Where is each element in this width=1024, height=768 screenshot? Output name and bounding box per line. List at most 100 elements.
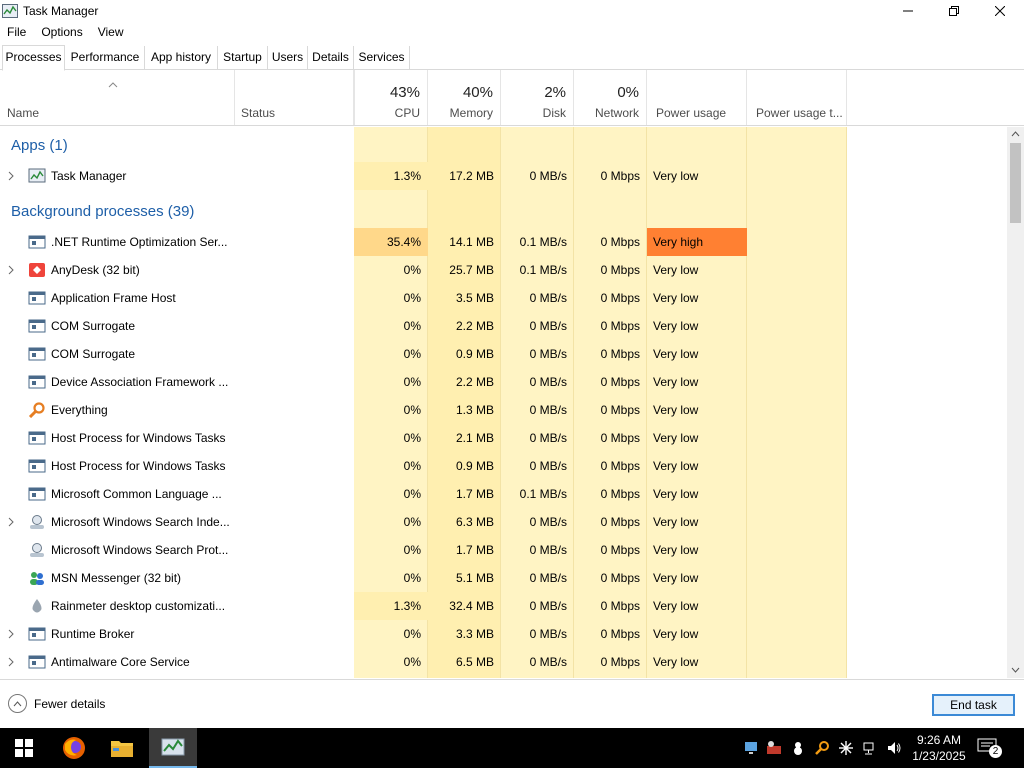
tab-users[interactable]: Users <box>268 46 308 70</box>
minimize-button[interactable] <box>885 0 931 22</box>
process-row[interactable]: Host Process for Windows Tasks 0% 0.9 MB 0 … <box>0 452 1007 480</box>
power-usage-value: Very low <box>653 431 699 445</box>
disk-value: 0 MB/s <box>529 459 567 473</box>
memory-value: 6.5 MB <box>455 655 494 669</box>
system-clock[interactable]: 9:26 AM 1/23/2025 <box>905 732 973 764</box>
cpu-value: 0% <box>403 291 421 305</box>
chevron-right-icon[interactable] <box>8 517 14 527</box>
chevron-right-icon[interactable] <box>8 171 14 181</box>
action-center-button[interactable]: 2 <box>977 736 1003 760</box>
footer-bar: Fewer details End task <box>0 679 1024 728</box>
process-row[interactable]: Task Manager 1.3% 17.2 MB 0 MB/s 0 Mbps Very … <box>0 162 1007 190</box>
tab-services[interactable]: Services <box>354 46 410 70</box>
fewer-details-button[interactable]: Fewer details <box>8 694 105 713</box>
power-usage-value: Very low <box>653 291 699 305</box>
scroll-up-icon[interactable] <box>1011 131 1020 137</box>
header-network[interactable]: 0% Network <box>574 70 647 125</box>
network-value: 0 Mbps <box>600 235 640 249</box>
tab-startup[interactable]: Startup <box>218 46 268 70</box>
process-row[interactable]: Everything 0% 1.3 MB 0 MB/s 0 Mbps Very low <box>0 396 1007 424</box>
disk-value: 0.1 MB/s <box>519 235 567 249</box>
process-name: Task Manager <box>51 169 127 183</box>
process-row[interactable]: Microsoft Common Language ... 0% 1.7 MB 0.1… <box>0 480 1007 508</box>
tray-network-app-icon[interactable] <box>766 740 782 756</box>
header-cpu-percent: 43% <box>389 84 420 101</box>
tab-processes[interactable]: Processes <box>2 45 65 71</box>
header-disk[interactable]: 2% Disk <box>501 70 574 125</box>
title-bar: Task Manager <box>0 0 1024 22</box>
header-power-trend-label: Power usage t... <box>756 106 843 120</box>
tray-network-icon[interactable] <box>862 740 878 756</box>
tab-details[interactable]: Details <box>308 46 354 70</box>
header-cpu-label: CPU <box>394 106 420 120</box>
process-row[interactable]: .NET Runtime Optimization Ser... 35.4% 14.… <box>0 228 1007 256</box>
service-window-icon <box>28 319 46 333</box>
process-row[interactable]: Rainmeter desktop customizati... 1.3% 32.4… <box>0 592 1007 620</box>
taskbar-task-manager[interactable] <box>149 728 197 768</box>
tray-volume-icon[interactable] <box>886 740 902 756</box>
tab-performance[interactable]: Performance <box>66 46 145 70</box>
process-row[interactable]: Microsoft Windows Search Inde... 0% 6.3 MB… <box>0 508 1007 536</box>
disk-value: 0 MB/s <box>529 599 567 613</box>
process-row[interactable]: COM Surrogate 0% 0.9 MB 0 MB/s 0 Mbps Very lo… <box>0 340 1007 368</box>
network-value: 0 Mbps <box>600 459 640 473</box>
process-row[interactable]: AnyDesk (32 bit) 0% 25.7 MB 0.1 MB/s 0 Mbps V… <box>0 256 1007 284</box>
header-power-trend[interactable]: Power usage t... <box>747 70 847 125</box>
network-value: 0 Mbps <box>600 375 640 389</box>
process-name: Microsoft Windows Search Prot... <box>51 543 229 557</box>
chevron-up-icon <box>8 694 27 713</box>
taskbar-file-explorer[interactable] <box>98 728 146 768</box>
end-task-button[interactable]: End task <box>932 694 1015 716</box>
vertical-scrollbar[interactable] <box>1007 127 1024 678</box>
chevron-right-icon[interactable] <box>8 657 14 667</box>
memory-value: 3.3 MB <box>455 627 494 641</box>
group-apps-label: Apps (1) <box>11 137 68 154</box>
everything-search-icon <box>28 402 45 418</box>
header-power[interactable]: Power usage <box>647 70 747 125</box>
restore-button[interactable] <box>931 0 977 22</box>
cpu-value: 0% <box>403 319 421 333</box>
header-memory-label: Memory <box>449 106 493 120</box>
cpu-value: 0% <box>403 487 421 501</box>
menu-options[interactable]: Options <box>34 22 90 42</box>
header-status-label: Status <box>241 106 276 120</box>
memory-value: 2.1 MB <box>455 431 494 445</box>
memory-value: 2.2 MB <box>455 319 494 333</box>
taskbar-firefox[interactable] <box>50 728 98 768</box>
process-row[interactable]: Microsoft Windows Search Prot... 0% 1.7 MB… <box>0 536 1007 564</box>
cpu-value: 0% <box>403 403 421 417</box>
tray-snowflake-icon[interactable] <box>838 740 854 756</box>
header-status[interactable]: Status <box>235 70 354 125</box>
process-row[interactable]: COM Surrogate 0% 2.2 MB 0 MB/s 0 Mbps Very lo… <box>0 312 1007 340</box>
cpu-value: 0% <box>403 543 421 557</box>
process-row[interactable]: Runtime Broker 0% 3.3 MB 0 MB/s 0 Mbps Very l… <box>0 620 1007 648</box>
header-network-label: Network <box>594 106 639 120</box>
cpu-value: 0% <box>403 459 421 473</box>
menu-view[interactable]: View <box>91 22 132 42</box>
tray-search-icon[interactable] <box>814 740 830 756</box>
process-row[interactable]: Application Frame Host 0% 3.5 MB 0 MB/s 0 Mb… <box>0 284 1007 312</box>
tab-app-history[interactable]: App history <box>145 46 218 70</box>
header-name[interactable]: Name <box>0 70 235 125</box>
chevron-right-icon[interactable] <box>8 265 14 275</box>
menu-file[interactable]: File <box>0 22 34 42</box>
tray-snowman-icon[interactable] <box>790 740 806 756</box>
process-name: .NET Runtime Optimization Ser... <box>51 235 228 249</box>
header-memory[interactable]: 40% Memory <box>428 70 501 125</box>
chevron-right-icon[interactable] <box>8 629 14 639</box>
process-row[interactable]: Device Association Framework ... 0% 2.2 MB… <box>0 368 1007 396</box>
scroll-down-icon[interactable] <box>1011 667 1020 673</box>
tray-monitor-icon[interactable] <box>743 740 759 756</box>
network-value: 0 Mbps <box>600 515 640 529</box>
start-button[interactable] <box>0 728 48 768</box>
scroll-thumb[interactable] <box>1010 143 1021 223</box>
header-cpu[interactable]: 43% CPU <box>354 70 428 125</box>
close-button[interactable] <box>977 0 1023 22</box>
power-usage-value: Very low <box>653 515 699 529</box>
process-name: Microsoft Common Language ... <box>51 487 222 501</box>
process-row[interactable]: Antimalware Core Service 0% 6.5 MB 0 MB/s 0 … <box>0 648 1007 676</box>
memory-value: 17.2 MB <box>449 169 494 183</box>
process-row[interactable]: MSN Messenger (32 bit) 0% 5.1 MB 0 MB/s 0 Mb… <box>0 564 1007 592</box>
process-row[interactable]: Host Process for Windows Tasks 0% 2.1 MB 0 … <box>0 424 1007 452</box>
power-usage-value: Very low <box>653 263 699 277</box>
